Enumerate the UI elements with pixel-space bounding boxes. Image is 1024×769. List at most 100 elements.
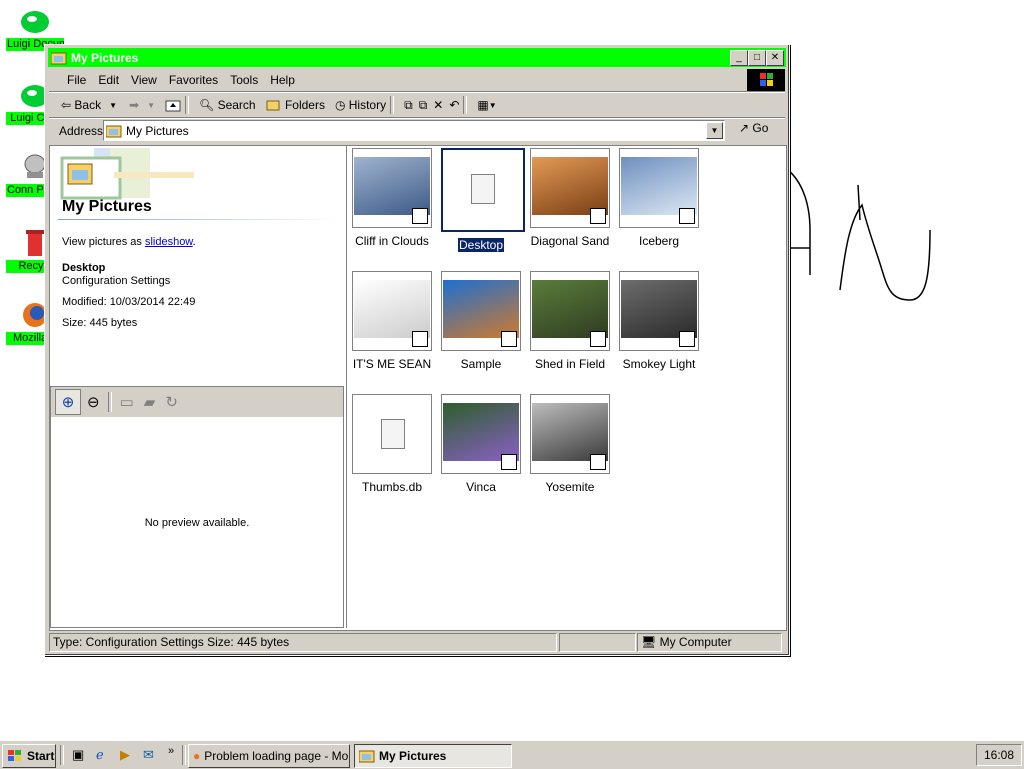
menu-tools[interactable]: Tools xyxy=(230,73,258,87)
maximize-button[interactable]: □ xyxy=(748,50,766,66)
preview-panel: ⊕ ⊖ ▭ ▰ ↻ No preview available. xyxy=(50,386,344,628)
file-item[interactable]: Thumbs.db xyxy=(352,394,432,494)
up-folder-icon xyxy=(165,100,181,112)
content-area: My Pictures View pictures as slideshow. … xyxy=(49,145,787,631)
up-folder-button[interactable] xyxy=(165,98,181,112)
firefox-icon: ● xyxy=(193,749,201,763)
task-my-pictures[interactable]: My Pictures xyxy=(354,744,512,768)
image-file-icon xyxy=(501,331,517,347)
toolbar: ⇦ Back ▼ ➡ ▼ 🔍︎ Search Folders ◷ History ⧉… xyxy=(49,93,785,117)
file-name-text: Sample xyxy=(460,357,502,371)
file-name: Desktop xyxy=(441,237,521,253)
file-item[interactable]: Smokey Light xyxy=(619,271,699,371)
undo-button[interactable]: ↶ xyxy=(449,98,459,112)
file-item[interactable]: Iceberg xyxy=(619,148,699,248)
image-file-icon xyxy=(590,331,606,347)
divider xyxy=(463,96,468,114)
address-input[interactable]: My Pictures ▼ xyxy=(103,120,725,141)
address-label: Address xyxy=(59,124,104,138)
file-item[interactable]: Diagonal Sand xyxy=(530,148,610,248)
file-item[interactable]: Vinca xyxy=(441,394,521,494)
explorer-window: My Pictures _ □ ✕ File Edit View Favorit… xyxy=(44,44,790,656)
photo-preview xyxy=(532,403,608,461)
menu-view[interactable]: View xyxy=(131,73,157,87)
file-item[interactable]: Desktop xyxy=(441,148,525,253)
forward-button[interactable]: ➡ ▼ xyxy=(129,98,155,112)
file-thumbnail xyxy=(352,148,432,228)
media-player-icon[interactable]: ▶ xyxy=(120,747,130,763)
file-name: Shed in Field xyxy=(530,357,610,371)
delete-button[interactable]: ✕ xyxy=(433,98,443,112)
chevron-down-icon: ▼ xyxy=(488,100,497,110)
file-name-text: Thumbs.db xyxy=(361,480,423,494)
file-name-text: Yosemite xyxy=(545,480,595,494)
file-item[interactable]: Shed in Field xyxy=(530,271,610,371)
history-button[interactable]: ◷ History xyxy=(335,98,386,112)
back-arrow-icon: ⇦ xyxy=(61,98,75,112)
photo-preview xyxy=(443,403,519,461)
file-item[interactable]: IT'S ME SEAN xyxy=(352,271,432,371)
photo-preview xyxy=(532,280,608,338)
internet-explorer-icon[interactable]: ℯ xyxy=(96,747,104,763)
menu-favorites[interactable]: Favorites xyxy=(169,73,218,87)
rotate-icon[interactable]: ↻ xyxy=(165,393,178,411)
undo-icon: ↶ xyxy=(449,98,460,112)
copy-to-icon: ⧉ xyxy=(418,97,428,112)
file-name: Diagonal Sand xyxy=(530,234,610,248)
file-name-text: Vinca xyxy=(466,480,496,494)
search-label: Search xyxy=(217,98,256,112)
copy-to-button[interactable]: ⧉ xyxy=(419,98,428,113)
title-bar[interactable]: My Pictures _ □ ✕ xyxy=(48,48,786,67)
file-name-text: Diagonal Sand xyxy=(530,234,610,248)
go-button[interactable]: ↗ Go xyxy=(739,121,768,135)
windows-logo-icon xyxy=(8,750,21,761)
best-fit-icon[interactable]: ▭ xyxy=(120,393,134,411)
actual-size-icon[interactable]: ▰ xyxy=(144,393,156,411)
task-label: My Pictures xyxy=(379,749,447,763)
close-button[interactable]: ✕ xyxy=(766,50,784,66)
menu-edit[interactable]: Edit xyxy=(98,73,119,87)
start-label: Start xyxy=(27,749,55,763)
slideshow-link[interactable]: slideshow xyxy=(145,236,193,248)
taskbar: Start ▣ ℯ ▶ ✉ » ● Problem loading page -… xyxy=(0,740,1024,769)
back-button[interactable]: ⇦ Back ▼ xyxy=(61,98,117,112)
windows-logo-icon xyxy=(747,69,785,91)
menu-file[interactable]: File xyxy=(67,73,86,87)
address-dropdown-button[interactable]: ▼ xyxy=(706,122,723,139)
zoom-in-icon[interactable]: ⊕ xyxy=(55,389,81,415)
search-button[interactable]: 🔍︎ Search xyxy=(199,98,256,112)
views-icon: ▦ xyxy=(477,98,489,112)
zone-label: My Computer xyxy=(659,635,732,649)
photo-preview xyxy=(443,280,519,338)
views-button[interactable]: ▦ ▼ xyxy=(477,98,496,112)
image-file-icon xyxy=(679,331,695,347)
file-thumbnail xyxy=(530,394,610,474)
move-to-button[interactable]: ⧉ xyxy=(404,98,413,113)
image-file-icon xyxy=(412,208,428,224)
file-name-text: Iceberg xyxy=(638,234,680,248)
file-name: Thumbs.db xyxy=(352,480,432,494)
show-desktop-icon[interactable]: ▣ xyxy=(72,747,84,763)
quick-launch-more-icon[interactable]: » xyxy=(168,745,174,757)
file-item[interactable]: Yosemite xyxy=(530,394,610,494)
status-zone: 🖥︎ My Computer xyxy=(637,633,782,652)
selected-modified: Modified: 10/03/2014 22:49 xyxy=(62,296,196,308)
folders-button[interactable]: Folders xyxy=(266,98,325,112)
file-thumbnail xyxy=(530,148,610,228)
divider xyxy=(107,392,112,412)
zoom-out-icon[interactable]: ⊖ xyxy=(87,393,100,411)
outlook-icon[interactable]: ✉ xyxy=(143,747,154,763)
minimize-button[interactable]: _ xyxy=(730,50,748,66)
delete-icon: ✕ xyxy=(433,98,444,112)
file-item[interactable]: Cliff in Clouds xyxy=(352,148,432,248)
file-thumbnail xyxy=(619,271,699,351)
file-name: Yosemite xyxy=(530,480,610,494)
clock[interactable]: 16:08 xyxy=(976,744,1022,766)
task-label: Problem loading page - Mo... xyxy=(204,749,350,763)
task-firefox[interactable]: ● Problem loading page - Mo... xyxy=(188,744,350,768)
file-name: Vinca xyxy=(441,480,521,494)
menu-help[interactable]: Help xyxy=(270,73,295,87)
pane-heading: My Pictures xyxy=(62,198,152,215)
file-item[interactable]: Sample xyxy=(441,271,521,371)
start-button[interactable]: Start xyxy=(2,744,56,768)
